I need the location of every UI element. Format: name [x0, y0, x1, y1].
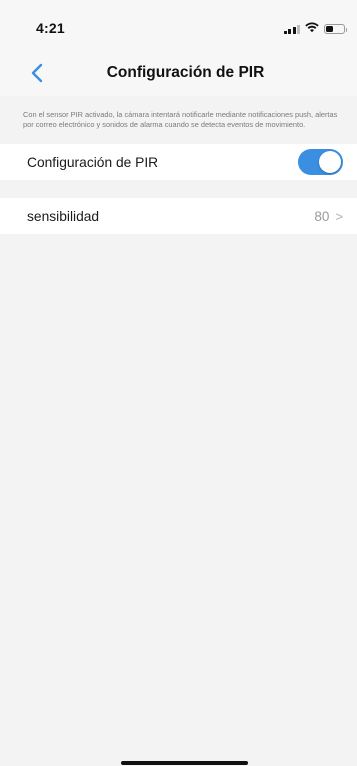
section-divider — [0, 180, 357, 198]
home-indicator — [121, 761, 248, 765]
pir-description: Con el sensor PIR activado, la cámara in… — [0, 96, 357, 144]
signal-icon — [283, 24, 300, 34]
navigation-bar: Configuración de PIR — [0, 50, 357, 96]
pir-setting-label: Configuración de PIR — [27, 154, 159, 170]
pir-setting-row: Configuración de PIR — [0, 144, 357, 180]
page-title: Configuración de PIR — [106, 64, 265, 81]
chevron-right-icon: > — [335, 208, 343, 224]
status-icons — [283, 20, 347, 38]
battery-icon — [324, 24, 347, 34]
content-background — [0, 234, 357, 766]
wifi-icon — [305, 20, 319, 38]
sensitivity-row[interactable]: sensibilidad 80 > — [0, 198, 357, 234]
status-time: 4:21 — [36, 20, 65, 36]
toggle-knob — [319, 151, 341, 173]
status-bar: 4:21 — [0, 0, 357, 50]
sensitivity-value: 80 — [314, 208, 330, 224]
battery-level — [326, 26, 333, 32]
sensitivity-label: sensibilidad — [27, 208, 100, 224]
pir-toggle[interactable] — [298, 149, 343, 175]
pir-settings-screen: 4:21 Configuración de PIR Con el sensor … — [0, 0, 357, 766]
